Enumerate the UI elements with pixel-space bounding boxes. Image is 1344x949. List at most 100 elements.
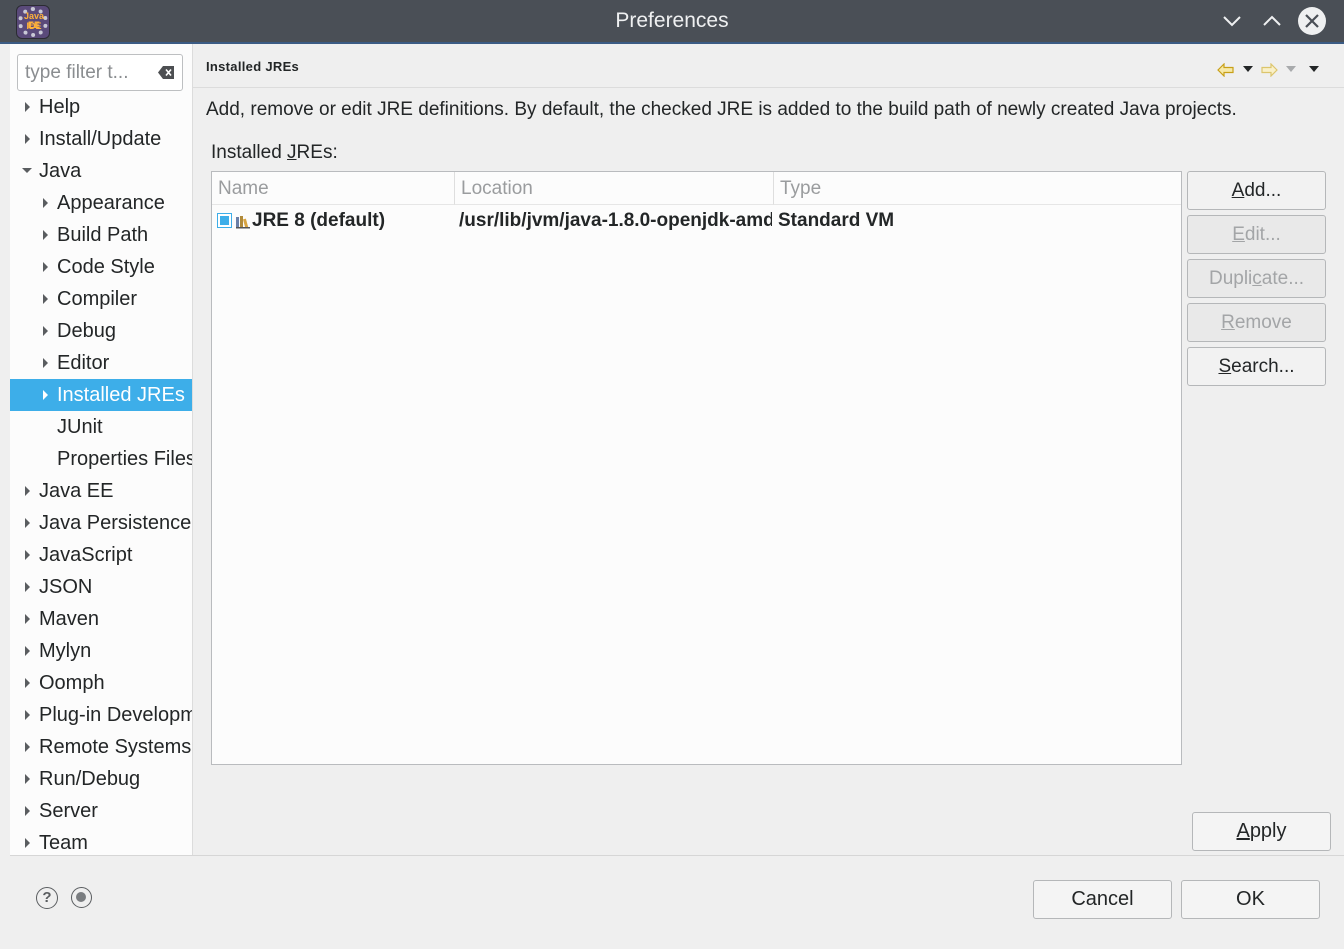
remove-button[interactable]: Remove bbox=[1187, 303, 1326, 342]
table-row[interactable]: JRE 8 (default) /usr/lib/jvm/java-1.8.0-… bbox=[212, 205, 1181, 237]
tree-item-label: Installed JREs bbox=[57, 384, 185, 406]
jre-location-cell: /usr/lib/jvm/java-1.8.0-openjdk-amd64 bbox=[459, 210, 772, 231]
default-jre-checkbox[interactable] bbox=[217, 213, 232, 228]
tree-item-label: Oomph bbox=[39, 672, 105, 694]
tree-item-label: JSON bbox=[39, 576, 93, 598]
column-header-type[interactable]: Type bbox=[774, 172, 1181, 205]
tree-item-java-persistence[interactable]: Java Persistence bbox=[10, 507, 192, 539]
collapsed-arrow-icon[interactable] bbox=[25, 678, 30, 688]
collapsed-arrow-icon[interactable] bbox=[25, 774, 30, 784]
minimize-button[interactable] bbox=[1218, 7, 1246, 35]
collapsed-arrow-icon[interactable] bbox=[25, 518, 30, 528]
collapsed-arrow-icon[interactable] bbox=[43, 198, 48, 208]
tree-item-json[interactable]: JSON bbox=[10, 571, 192, 603]
tree-item-compiler[interactable]: Compiler bbox=[10, 283, 192, 315]
tree-item-plug-in-development[interactable]: Plug-in Development bbox=[10, 699, 192, 731]
collapsed-arrow-icon[interactable] bbox=[43, 262, 48, 272]
tree-item-label: Install/Update bbox=[39, 128, 162, 150]
filter-input[interactable] bbox=[25, 61, 153, 85]
search-mnemonic: S bbox=[1218, 356, 1232, 377]
view-menu-chevron-down-icon[interactable] bbox=[1309, 66, 1319, 73]
cancel-button[interactable]: Cancel bbox=[1033, 880, 1172, 919]
column-header-name[interactable]: Name bbox=[212, 172, 455, 205]
collapsed-arrow-icon[interactable] bbox=[25, 134, 30, 144]
collapsed-arrow-icon[interactable] bbox=[25, 646, 30, 656]
tree-item-label: Mylyn bbox=[39, 640, 92, 662]
tree-item-label: Build Path bbox=[57, 224, 149, 246]
apply-mnemonic: A bbox=[1236, 820, 1250, 842]
tree-item-install-update[interactable]: Install/Update bbox=[10, 123, 192, 155]
tree-item-help[interactable]: Help bbox=[10, 91, 192, 123]
collapsed-arrow-icon[interactable] bbox=[43, 230, 48, 240]
tree-item-code-style[interactable]: Code Style bbox=[10, 251, 192, 283]
edit-button[interactable]: Edit... bbox=[1187, 215, 1326, 254]
collapsed-arrow-icon[interactable] bbox=[25, 582, 30, 592]
tree-item-build-path[interactable]: Build Path bbox=[10, 219, 192, 251]
duplicate-label-pre: Dupli bbox=[1208, 268, 1253, 289]
tree-item-label: Java bbox=[39, 160, 82, 182]
jre-library-icon bbox=[236, 216, 250, 229]
tree-item-junit[interactable]: JUnit bbox=[10, 411, 192, 443]
collapsed-arrow-icon[interactable] bbox=[25, 710, 30, 720]
tree-item-mylyn[interactable]: Mylyn bbox=[10, 635, 192, 667]
tree-item-run-debug[interactable]: Run/Debug bbox=[10, 763, 192, 795]
collapsed-arrow-icon[interactable] bbox=[25, 806, 30, 816]
tree-item-label: Debug bbox=[57, 320, 116, 342]
forward-arrow-icon[interactable] bbox=[1260, 63, 1278, 77]
chevron-down-icon bbox=[1223, 16, 1241, 27]
add-button[interactable]: Add... bbox=[1187, 171, 1326, 210]
tree-item-label: Help bbox=[39, 96, 81, 118]
tree-item-properties-files-editor[interactable]: Properties Files Editor bbox=[10, 443, 192, 475]
column-header-location[interactable]: Location bbox=[455, 172, 774, 205]
collapsed-arrow-icon[interactable] bbox=[25, 614, 30, 624]
tree-item-debug[interactable]: Debug bbox=[10, 315, 192, 347]
tree-item-appearance[interactable]: Appearance bbox=[10, 187, 192, 219]
tree-item-oomph[interactable]: Oomph bbox=[10, 667, 192, 699]
add-label-rest: dd... bbox=[1244, 180, 1282, 201]
tree-item-maven[interactable]: Maven bbox=[10, 603, 192, 635]
tree-item-java[interactable]: Java bbox=[10, 155, 192, 187]
record-macro-icon[interactable] bbox=[71, 887, 92, 908]
remove-label-rest: emove bbox=[1234, 312, 1292, 333]
collapsed-arrow-icon[interactable] bbox=[25, 838, 30, 848]
collapsed-arrow-icon[interactable] bbox=[25, 486, 30, 496]
back-arrow-icon[interactable] bbox=[1217, 63, 1235, 77]
forward-menu-chevron-down-icon[interactable] bbox=[1286, 66, 1296, 73]
collapsed-arrow-icon[interactable] bbox=[43, 358, 48, 368]
collapsed-arrow-icon[interactable] bbox=[25, 102, 30, 112]
tree-item-team[interactable]: Team bbox=[10, 827, 192, 855]
duplicate-button[interactable]: Duplicate... bbox=[1187, 259, 1326, 298]
search-button[interactable]: Search... bbox=[1187, 347, 1326, 386]
remove-mnemonic: R bbox=[1221, 312, 1235, 333]
page-description: Add, remove or edit JRE definitions. By … bbox=[206, 99, 1237, 120]
add-mnemonic: A bbox=[1231, 180, 1245, 201]
tree-item-java-ee[interactable]: Java EE bbox=[10, 475, 192, 507]
collapsed-arrow-icon[interactable] bbox=[25, 550, 30, 560]
tree-item-server[interactable]: Server bbox=[10, 795, 192, 827]
clear-filter-icon[interactable] bbox=[158, 66, 174, 79]
tree-item-javascript[interactable]: JavaScript bbox=[10, 539, 192, 571]
tree-item-editor[interactable]: Editor bbox=[10, 347, 192, 379]
help-icon[interactable]: ? bbox=[36, 887, 58, 909]
expanded-arrow-icon[interactable] bbox=[22, 168, 32, 173]
collapsed-arrow-icon[interactable] bbox=[25, 742, 30, 752]
collapsed-arrow-icon[interactable] bbox=[43, 294, 48, 304]
tree-item-label: Editor bbox=[57, 352, 110, 374]
duplicate-label-rest: ate... bbox=[1261, 268, 1305, 289]
collapsed-arrow-icon[interactable] bbox=[43, 390, 48, 400]
collapsed-arrow-icon[interactable] bbox=[43, 326, 48, 336]
installed-jres-label: Installed JREs: bbox=[211, 142, 338, 164]
tree-item-remote-systems[interactable]: Remote Systems bbox=[10, 731, 192, 763]
tree-item-installed-jres[interactable]: Installed JREs bbox=[10, 379, 192, 411]
tree-item-label: JUnit bbox=[57, 416, 103, 438]
tree-item-label: Code Style bbox=[57, 256, 155, 278]
ok-button[interactable]: OK bbox=[1181, 880, 1320, 919]
close-button[interactable] bbox=[1297, 7, 1326, 35]
edit-label-rest: dit... bbox=[1244, 224, 1281, 245]
title-bar: Java EE IDE Preferences bbox=[0, 0, 1344, 44]
apply-button[interactable]: Apply bbox=[1192, 812, 1331, 851]
filter-field[interactable] bbox=[17, 54, 183, 91]
tree-item-label: Compiler bbox=[57, 288, 138, 310]
maximize-button[interactable] bbox=[1258, 7, 1286, 35]
back-menu-chevron-down-icon[interactable] bbox=[1243, 66, 1253, 73]
